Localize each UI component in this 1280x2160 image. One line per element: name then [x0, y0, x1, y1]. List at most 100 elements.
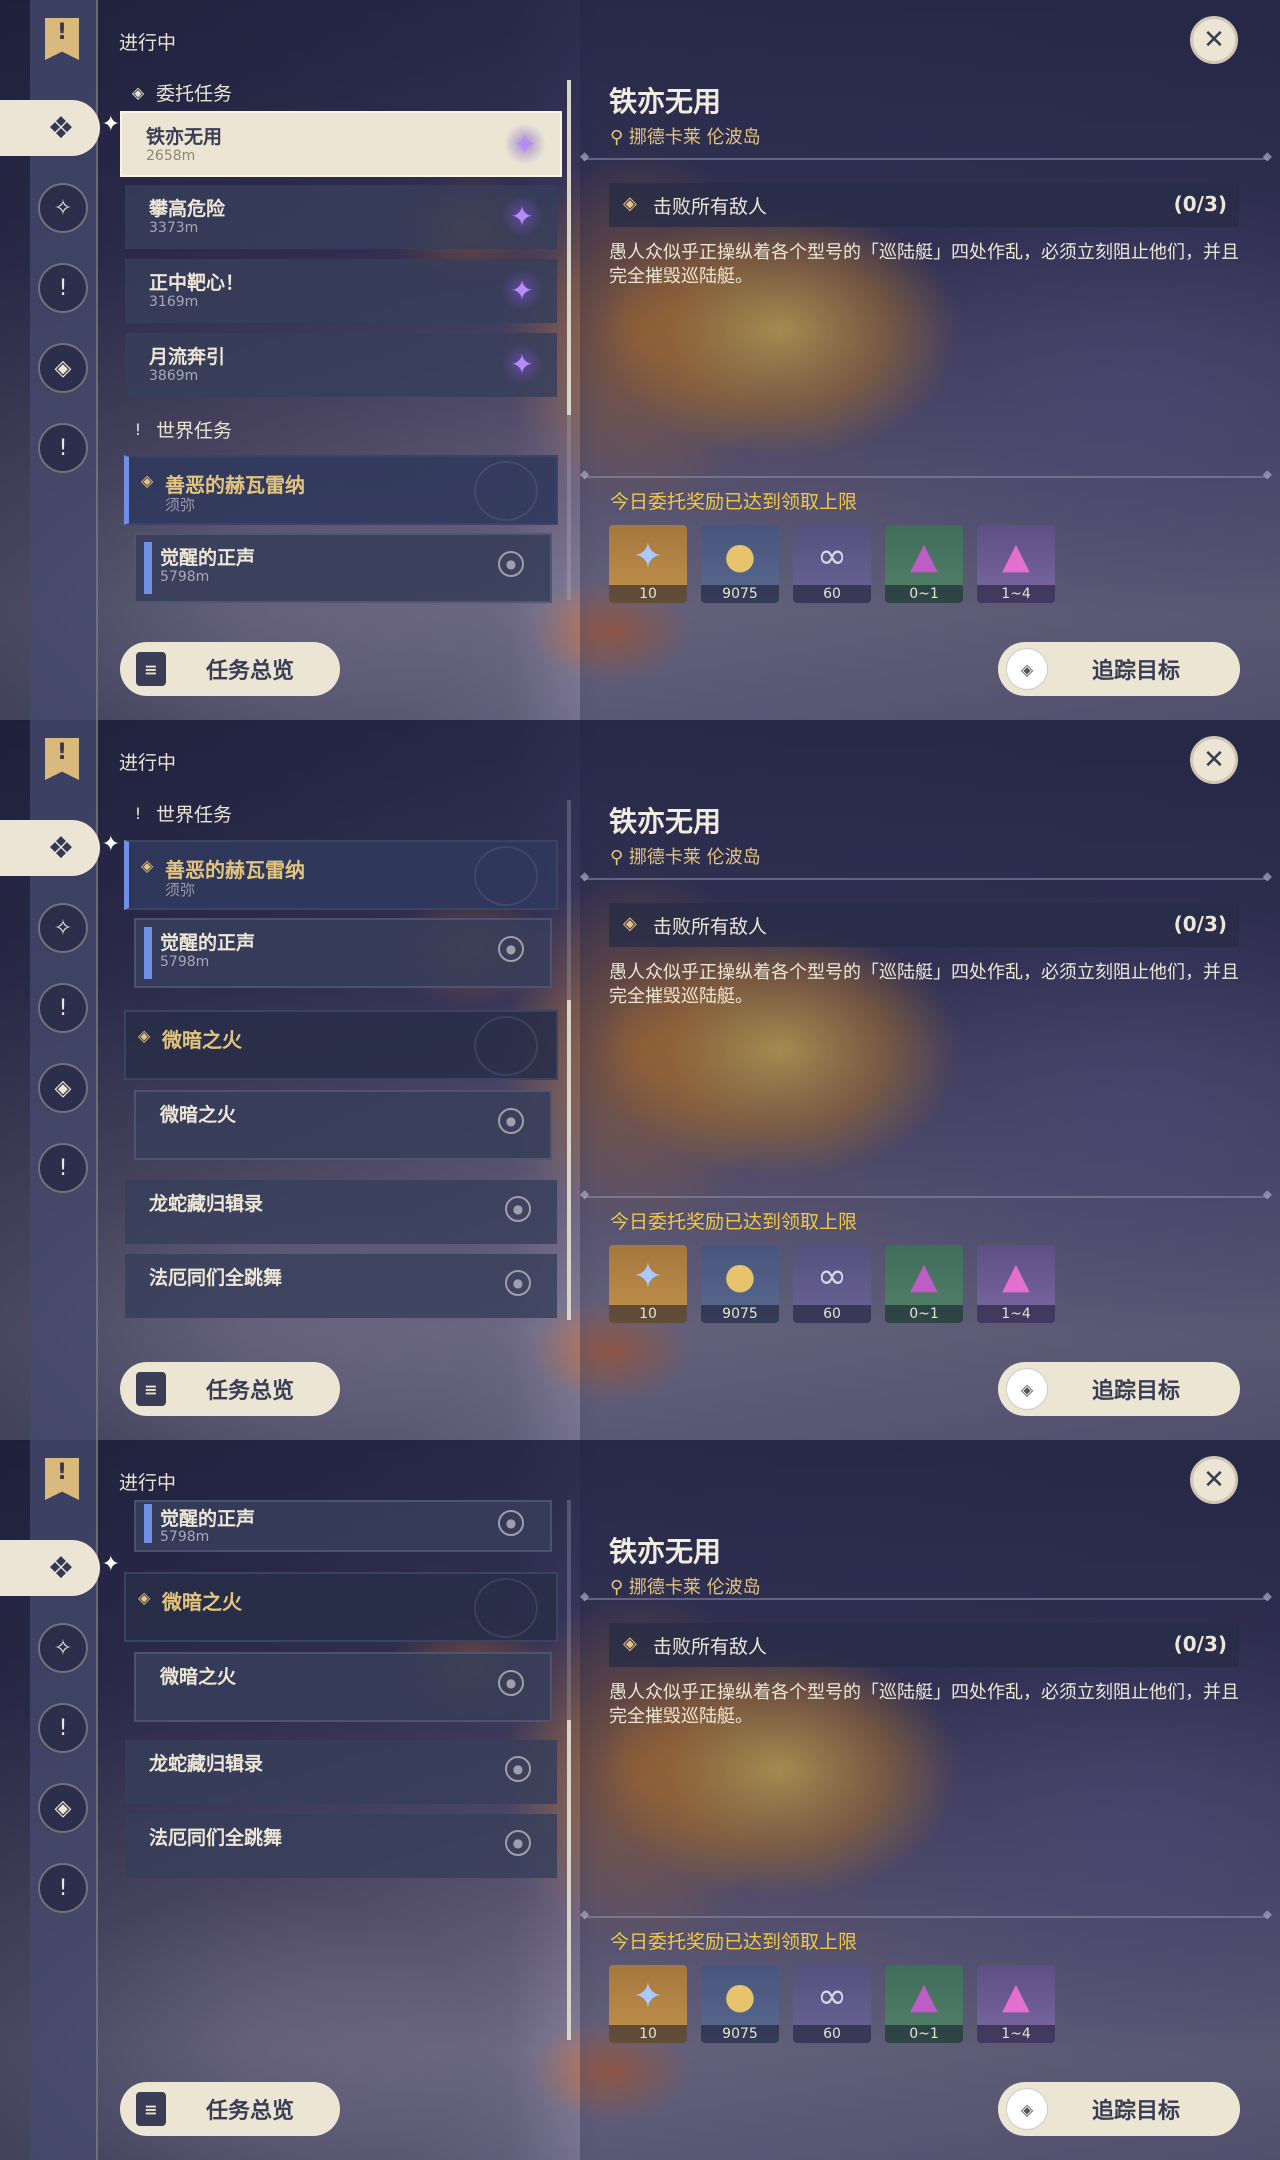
track-diamond-icon: ◈ — [1006, 2088, 1048, 2130]
commission-item[interactable]: 正中靶心！ 3169m ✦ — [125, 259, 557, 323]
reward-count: 1~4 — [977, 585, 1055, 603]
rail-tab-story[interactable]: ! — [38, 983, 88, 1033]
objective-text: 击败所有敌人 — [653, 196, 768, 218]
reward-item[interactable]: ∞ 60 — [793, 525, 871, 603]
commission-star-icon: ✦ — [504, 123, 546, 165]
reward-notice: 今日委托奖励已达到领取上限 — [610, 491, 858, 513]
reward-count: 0~1 — [885, 1305, 963, 1323]
rail-tab-world[interactable]: ! — [38, 1143, 88, 1193]
reward-item[interactable]: ✦ 10 — [609, 525, 687, 603]
location-pin-icon: ⚲ — [610, 1577, 624, 1598]
section-commission: ◈ 委托任务 — [130, 79, 232, 106]
rail-tab-commission[interactable]: ❖ ✦ — [0, 100, 120, 156]
world-subquest-item[interactable]: 觉醒的正声 5798m ● — [134, 1500, 552, 1552]
quest-diamond-icon: ◈ — [138, 1588, 151, 1607]
rail-tab-story[interactable]: ! — [38, 1703, 88, 1753]
rail-tab-legend[interactable]: ◈ — [38, 1783, 88, 1833]
world-subquest-item[interactable]: 觉醒的正声 5798m ● — [134, 918, 552, 988]
list-scroll-thumb[interactable] — [567, 1000, 571, 1320]
world-quest-icon: ! — [58, 1875, 68, 1901]
reward-item[interactable]: ✦ 10 — [609, 1245, 687, 1323]
track-target-button[interactable]: ◈ 追踪目标 — [998, 2082, 1240, 2136]
location-pin-icon: ● — [505, 1830, 531, 1856]
detail-location-text: 挪德卡莱 伦波岛 — [628, 1577, 761, 1598]
rail-tab-legend[interactable]: ◈ — [38, 1063, 88, 1113]
commission-section-icon: ◈ — [131, 83, 145, 102]
close-button[interactable]: ✕ — [1190, 736, 1238, 784]
subquest-distance: 5798m — [160, 954, 210, 970]
world-subquest-item[interactable]: 微暗之火 ● — [134, 1652, 552, 1722]
detail-title: 铁亦无用 — [609, 1535, 722, 1568]
world-quest-item[interactable]: ◈ 善恶的赫瓦雷纳 须弥 — [124, 840, 558, 910]
location-pin-icon: ● — [505, 1270, 531, 1296]
close-button[interactable]: ✕ — [1190, 1456, 1238, 1504]
list-scroll-thumb[interactable] — [567, 80, 571, 415]
reward-count: 0~1 — [885, 585, 963, 603]
rail-tab-archon[interactable]: ✧ — [38, 903, 88, 953]
quest-item[interactable]: 法厄同们全跳舞 ● — [125, 1254, 557, 1318]
reward-item[interactable]: ● 9075 — [701, 1965, 779, 2043]
reward-count: 9075 — [701, 1305, 779, 1323]
world-subquest-item[interactable]: 觉醒的正声 5798m ● — [134, 533, 552, 603]
quest-overview-button[interactable]: ≡ 任务总览 — [120, 642, 340, 696]
close-button[interactable]: ✕ — [1190, 16, 1238, 64]
adventure-exp-icon: ✦ — [632, 1255, 664, 1297]
world-quest-item[interactable]: ◈ 微暗之火 — [124, 1010, 558, 1080]
section-world-label: 世界任务 — [156, 420, 233, 442]
sparkle-icon: ✦ — [101, 832, 120, 857]
reward-item[interactable]: ▲ 1~4 — [977, 1245, 1055, 1323]
rail-tab-world[interactable]: ! — [38, 423, 88, 473]
world-quest-region: 须弥 — [165, 881, 196, 899]
archon-quest-icon: ✧ — [53, 195, 73, 221]
commission-star-icon: ✦ — [501, 195, 543, 237]
list-scroll-thumb[interactable] — [567, 1720, 571, 2040]
reward-item[interactable]: ∞ 60 — [793, 1245, 871, 1323]
reward-item[interactable]: ✦ 10 — [609, 1965, 687, 2043]
track-target-button[interactable]: ◈ 追踪目标 — [998, 642, 1240, 696]
reward-item[interactable]: ▲ 0~1 — [885, 1965, 963, 2043]
subquest-marker — [144, 927, 152, 979]
subquest-title: 觉醒的正声 — [160, 932, 256, 954]
world-subquest-item[interactable]: 微暗之火 ● — [134, 1090, 552, 1160]
quest-item[interactable]: 龙蛇藏归辑录 ● — [125, 1740, 557, 1804]
quest-item[interactable]: 法厄同们全跳舞 ● — [125, 1814, 557, 1878]
rail-tab-story[interactable]: ! — [38, 263, 88, 313]
quest-title: 法厄同们全跳舞 — [149, 1267, 283, 1289]
commission-item[interactable]: 月流奔引 3869m ✦ — [125, 333, 557, 397]
rail-tab-world[interactable]: ! — [38, 1863, 88, 1913]
detail-title: 铁亦无用 — [609, 85, 722, 118]
mora-coin-icon: ● — [724, 1255, 756, 1297]
track-target-button[interactable]: ◈ 追踪目标 — [998, 1362, 1240, 1416]
quest-overview-button[interactable]: ≡ 任务总览 — [120, 2082, 340, 2136]
reward-item[interactable]: ▲ 1~4 — [977, 1965, 1055, 2043]
rail-tab-archon[interactable]: ✧ — [38, 183, 88, 233]
reward-count: 9075 — [701, 585, 779, 603]
quest-title: 龙蛇藏归辑录 — [149, 1193, 264, 1215]
rail-tab-archon[interactable]: ✧ — [38, 1623, 88, 1673]
reward-item[interactable]: ▲ 1~4 — [977, 525, 1055, 603]
reward-item[interactable]: ● 9075 — [701, 525, 779, 603]
reward-item[interactable]: ∞ 60 — [793, 1965, 871, 2043]
commission-item[interactable]: 攀高危险 3373m ✦ — [125, 185, 557, 249]
reward-item[interactable]: ● 9075 — [701, 1245, 779, 1323]
objective-progress: (0/3) — [1173, 1632, 1227, 1656]
rail-tab-commission[interactable]: ❖ ✦ — [0, 820, 120, 876]
world-quest-item[interactable]: ◈ 微暗之火 — [124, 1572, 558, 1642]
friendship-exp-icon: ∞ — [817, 1255, 847, 1297]
reward-count: 60 — [793, 585, 871, 603]
commission-distance: 2658m — [146, 148, 196, 164]
quest-overview-button[interactable]: ≡ 任务总览 — [120, 1362, 340, 1416]
world-quest-item[interactable]: ◈ 善恶的赫瓦雷纳 须弥 — [124, 455, 558, 525]
reward-notice: 今日委托奖励已达到领取上限 — [610, 1211, 858, 1233]
track-target-label: 追踪目标 — [1092, 1379, 1181, 1404]
rail-tab-legend[interactable]: ◈ — [38, 343, 88, 393]
close-icon: ✕ — [1203, 745, 1225, 775]
rail-tab-commission[interactable]: ❖ ✦ — [0, 1540, 120, 1596]
detail-divider — [580, 869, 1272, 883]
commission-item[interactable]: 铁亦无用 2658m ✦ — [120, 111, 562, 177]
reward-item[interactable]: ▲ 0~1 — [885, 1245, 963, 1323]
subquest-title: 觉醒的正声 — [160, 1508, 256, 1530]
quest-item[interactable]: 龙蛇藏归辑录 ● — [125, 1180, 557, 1244]
reward-item[interactable]: ▲ 0~1 — [885, 525, 963, 603]
reward-count: 10 — [609, 1305, 687, 1323]
